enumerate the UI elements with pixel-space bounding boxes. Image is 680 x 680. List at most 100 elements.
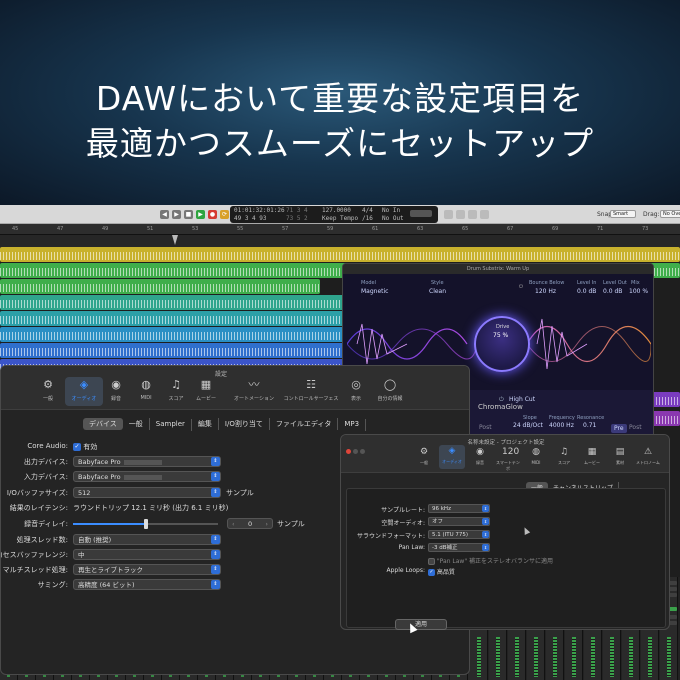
post-button-left[interactable]: Post <box>479 424 492 431</box>
project-tab-3[interactable]: 120 スマートテンポ <box>495 446 521 472</box>
subtab-3[interactable]: 編集 <box>192 418 219 430</box>
pan-law-checkbox[interactable] <box>428 558 435 565</box>
surround-label: サラウンドフォーマット: <box>356 533 425 540</box>
level-in-value[interactable]: 0.0 dB <box>577 288 596 295</box>
subtab-1[interactable]: 一般 <box>123 418 150 430</box>
ruler-tick: 49 <box>102 226 109 232</box>
buffer-range-select[interactable]: 中 ⇕ <box>73 549 221 560</box>
ruler-tick: 73 <box>642 226 649 232</box>
close-icon[interactable] <box>346 449 351 454</box>
record-button[interactable]: ● <box>208 210 217 219</box>
settings-tab-0[interactable]: ⚙ 一般 <box>29 378 67 402</box>
project-tab-1[interactable]: ◈ オーディオ <box>439 445 465 469</box>
level-out-value[interactable]: 0.0 dB <box>603 288 622 295</box>
subtab-5[interactable]: ファイルエディタ <box>270 418 339 430</box>
rewind-button[interactable]: ◀ <box>160 210 169 219</box>
record-delay-slider[interactable] <box>73 519 218 529</box>
lcd-display[interactable]: 01:01:32:01:26 49 3 4 93 71 3 4 73 5 2 1… <box>230 206 438 223</box>
project-tab-2[interactable]: ◉ 録音 <box>467 446 493 466</box>
model-label: Model <box>361 280 377 286</box>
playhead[interactable] <box>172 235 178 245</box>
spatial-audio-row: 空間オーディオ: オフ ⇕ <box>341 517 669 527</box>
multithread-select[interactable]: 再生とライブトラック ⇕ <box>73 564 221 575</box>
project-tab-9[interactable]: ▲同期 <box>663 446 669 466</box>
project-tab-5[interactable]: ♫ スコア <box>551 446 577 466</box>
ruler-tick: 71 <box>597 226 604 232</box>
project-tab-7[interactable]: ▤ 素材 <box>607 446 633 466</box>
apply-button[interactable]: 適用 <box>395 619 447 630</box>
project-settings-toolbar: 名称未設定 - プロジェクト設定 ⚙ 一般 ◈ オーディオ ◉ 録音 120 スマートテンポ ◍… <box>341 435 669 473</box>
lcd-sub2: 73 5 2 <box>286 215 308 222</box>
project-tab-label: MIDI <box>531 460 541 465</box>
project-tab-8[interactable]: ⚠ メトロノーム <box>635 446 661 466</box>
project-settings-window[interactable]: 名称未設定 - プロジェクト設定 ⚙ 一般 ◈ オーディオ ◉ 録音 120 スマートテンポ ◍… <box>340 434 670 630</box>
power-icon[interactable]: ⏻ <box>519 284 523 290</box>
frequency-value[interactable]: 4000 Hz <box>549 422 574 429</box>
play-button[interactable]: ▶ <box>196 210 205 219</box>
mix-value[interactable]: 100 % <box>629 288 648 295</box>
input-device-select[interactable]: Babyface Pro ⇕ <box>73 471 221 482</box>
lcd-sub1: 71 3 4 <box>286 207 308 214</box>
snap-select[interactable]: Smart <box>610 210 636 218</box>
metronome-button[interactable] <box>480 210 489 219</box>
audio-region[interactable] <box>0 311 345 326</box>
audio-region[interactable] <box>0 327 345 342</box>
frequency-label: Frequency <box>549 415 575 421</box>
timeline-ruler[interactable]: 45 47 49 51 53 55 57 59 61 63 65 67 69 71 73 <box>0 224 680 235</box>
settings-tab-5[interactable]: ▦ ムービー <box>187 378 225 402</box>
project-tab-label: スマートテンポ <box>496 460 520 471</box>
resonance-value[interactable]: 0.71 <box>583 422 596 429</box>
samplerate-select[interactable]: 96 kHz ⇕ <box>428 504 490 513</box>
zoom-icon[interactable] <box>360 449 365 454</box>
post-button[interactable]: Post <box>629 424 642 431</box>
audio-region[interactable] <box>0 343 345 358</box>
subtab-2[interactable]: Sampler <box>150 419 192 431</box>
apple-loops-checkbox[interactable]: ✓ <box>428 569 435 576</box>
settings-tab-7[interactable]: ☷ コントロールサーフェス <box>279 378 343 402</box>
audio-region[interactable] <box>0 295 345 310</box>
forward-button[interactable]: ▶ <box>172 210 181 219</box>
threads-select[interactable]: 自動 (推奨) ⇕ <box>73 534 221 545</box>
cycle-button[interactable]: ⟳ <box>220 210 229 219</box>
model-select[interactable]: Magnetic <box>361 288 388 295</box>
surround-select[interactable]: 5.1 (ITU 775) ⇕ <box>428 530 490 539</box>
bounce-value[interactable]: 120 Hz <box>535 288 556 295</box>
project-tab-6[interactable]: ▦ ムービー <box>579 446 605 466</box>
summing-select[interactable]: 高精度 (64 ビット) ⇕ <box>73 579 221 590</box>
subtab-6[interactable]: MP3 <box>338 419 367 431</box>
project-tab-4[interactable]: ◍ MIDI <box>523 446 549 465</box>
buffer-select[interactable]: 512 ⇕ <box>73 487 221 498</box>
pre-button[interactable]: Pre <box>611 424 627 433</box>
headline-line-1: DAWにおいて重要な設定項目を <box>95 79 585 118</box>
solo-button[interactable] <box>456 210 465 219</box>
level-out-label: Level Out <box>603 280 627 286</box>
subtab-0[interactable]: デバイス <box>83 418 123 430</box>
subtab-4[interactable]: I/O割り当て <box>219 418 270 430</box>
drag-select[interactable]: No Overlap <box>660 210 680 218</box>
ruler-tick: 59 <box>327 226 334 232</box>
core-audio-checkbox[interactable]: ✓ <box>73 443 81 451</box>
settings-tab-6[interactable]: 〰オートメーション <box>229 378 279 402</box>
tuner-button[interactable] <box>444 210 453 219</box>
output-device-label: 出力デバイス: <box>23 458 68 466</box>
drive-knob[interactable]: Drive 75 % <box>474 316 530 372</box>
spatial-audio-select[interactable]: オフ ⇕ <box>428 517 490 526</box>
output-device-select[interactable]: Babyface Pro ⇕ <box>73 456 221 467</box>
record-delay-stepper[interactable]: ‹ 0 › <box>227 518 273 529</box>
slope-label: Slope <box>523 415 537 421</box>
ruler-tick: 45 <box>12 226 19 232</box>
pan-law-select[interactable]: -3 dB補正 ⇕ <box>428 543 490 552</box>
count-in-button[interactable] <box>468 210 477 219</box>
drag-label: Drag: <box>643 211 660 218</box>
settings-tab-label: オーディオ <box>71 396 97 402</box>
threads-label: 処理スレッド数: <box>16 536 68 544</box>
project-tab-0[interactable]: ⚙ 一般 <box>411 446 437 466</box>
stop-button[interactable]: ■ <box>184 210 193 219</box>
settings-tab-8[interactable]: ◎ 表示 <box>337 378 375 402</box>
settings-tab-9[interactable]: ◯ 自分の情報 <box>371 378 409 402</box>
audio-region[interactable] <box>0 279 320 294</box>
minimize-icon[interactable] <box>353 449 358 454</box>
style-select[interactable]: Clean <box>429 288 446 295</box>
slope-value[interactable]: 24 dB/Oct <box>513 422 543 429</box>
audio-region[interactable] <box>0 247 680 262</box>
